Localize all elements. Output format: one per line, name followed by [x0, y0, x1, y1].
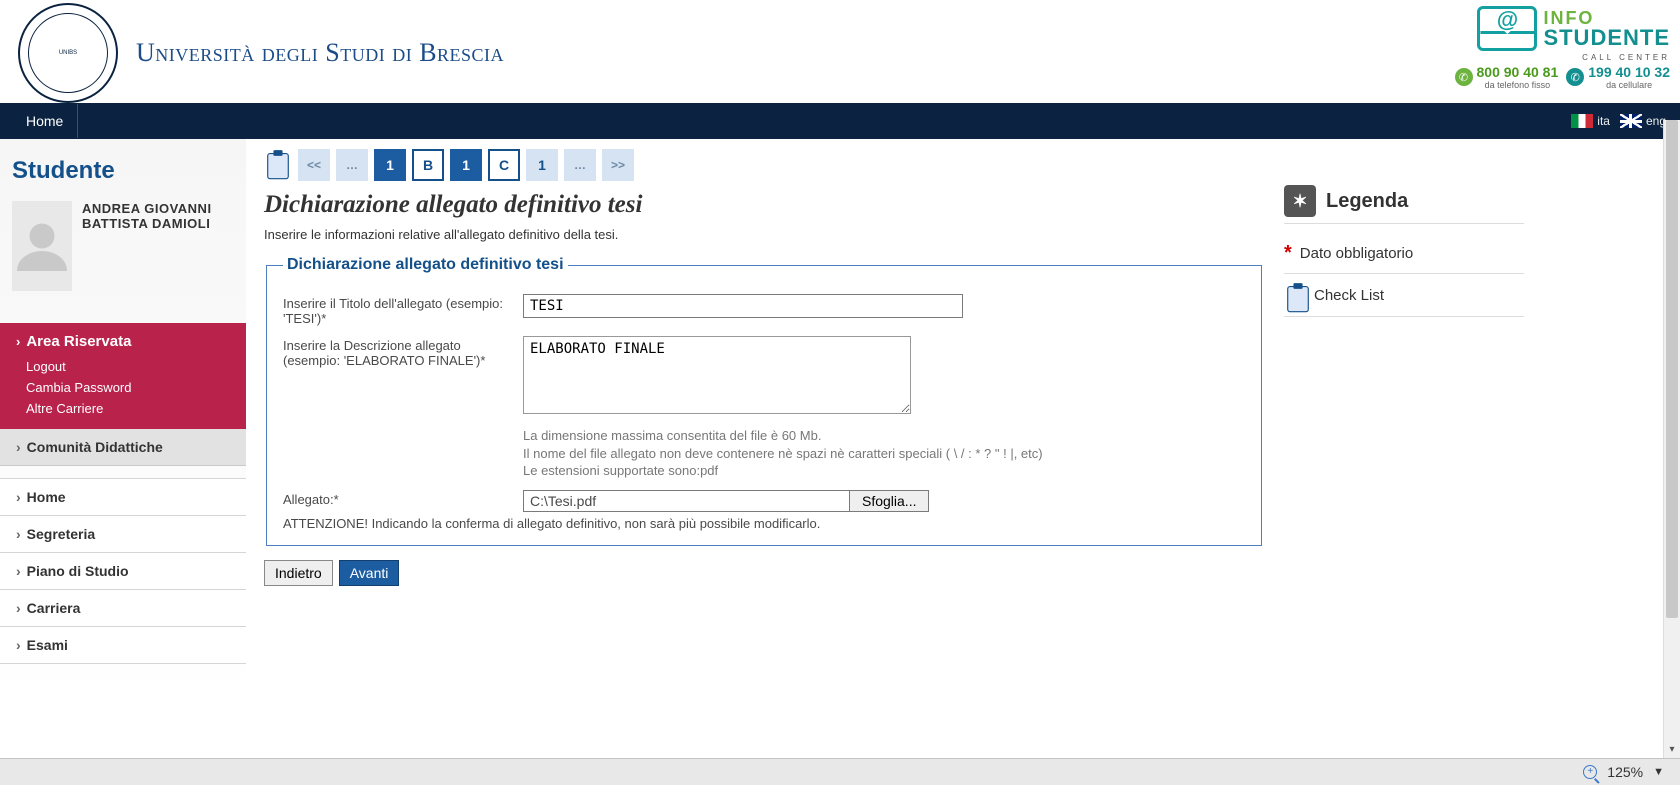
clipboard-icon: [1284, 282, 1306, 308]
label-allegato-descrizione: Inserire la Descrizione allegato (esempi…: [283, 336, 503, 368]
wizard-next-all[interactable]: >>: [602, 149, 634, 181]
university-seal-icon: UNIBS: [18, 3, 118, 103]
helper-line-1: La dimensione massima consentita del fil…: [523, 427, 1043, 445]
next-button[interactable]: Avanti: [339, 560, 400, 586]
header-left: UNIBS Università degli Studi di Brescia: [18, 3, 504, 103]
page-title: Dichiarazione allegato definitivo tesi: [264, 191, 1264, 219]
legenda-title: Legenda: [1326, 190, 1408, 213]
scrollbar-thumb[interactable]: [1666, 120, 1678, 618]
flag-it-icon: [1571, 114, 1593, 128]
wizard-step-1b[interactable]: 1: [450, 149, 482, 181]
asterisk-icon: *: [1284, 242, 1292, 265]
sidebar-link-altre-carriere[interactable]: Altre Carriere: [16, 398, 230, 419]
phone-mobile[interactable]: ✆ 199 40 10 32 da cellulare: [1566, 64, 1670, 90]
sidebar-item-carriera[interactable]: Carriera: [0, 589, 246, 626]
wizard-step-c[interactable]: C: [488, 149, 520, 181]
helper-line-2: Il nome del file allegato non deve conte…: [523, 445, 1043, 463]
scroll-down-icon[interactable]: ▾: [1664, 741, 1680, 758]
navbar: Home ita eng: [0, 103, 1680, 139]
phone-icon: ✆: [1455, 68, 1473, 86]
phone-number-1: 800 90 40 81: [1477, 64, 1559, 80]
user-box: ANDREA GIOVANNI BATTISTA DAMIOLI: [0, 197, 246, 303]
zoom-icon[interactable]: +: [1583, 765, 1597, 779]
zoom-dropdown-icon[interactable]: ▼: [1653, 766, 1664, 778]
sidebar-link-cambia-password[interactable]: Cambia Password: [16, 377, 230, 398]
legend-checklist-label: Check List: [1314, 287, 1384, 304]
zoom-level: 125%: [1607, 764, 1643, 780]
info-studente-logo[interactable]: INFO STUDENTE: [1477, 6, 1670, 51]
phone-sub-1: da telefono fisso: [1477, 80, 1559, 90]
fieldset-legend: Dichiarazione allegato definitivo tesi: [283, 256, 568, 274]
main-content: << … 1 B 1 C 1 … >> Dichiarazione allega…: [264, 149, 1264, 689]
university-name: Università degli Studi di Brescia: [136, 38, 504, 68]
wizard-step-1c[interactable]: 1: [526, 149, 558, 181]
sidebar-comunita-didattiche[interactable]: Comunità Didattiche: [0, 429, 246, 466]
avatar-placeholder-icon: [12, 201, 72, 291]
sidebar-heading: Studente: [12, 157, 234, 185]
user-name: ANDREA GIOVANNI BATTISTA DAMIOLI: [82, 201, 234, 231]
input-allegato-titolo[interactable]: [523, 294, 963, 318]
lang-it-label: ita: [1597, 114, 1610, 128]
wizard-step-1a[interactable]: 1: [374, 149, 406, 181]
legenda-header: ✶ Legenda: [1284, 185, 1524, 224]
browse-button[interactable]: Sfoglia...: [849, 490, 929, 512]
wizard-prev-ellipsis[interactable]: …: [336, 149, 368, 181]
pin-icon: ✶: [1284, 185, 1316, 217]
legend-required-label: Dato obbligatorio: [1300, 245, 1413, 262]
action-buttons: Indietro Avanti: [264, 560, 1264, 586]
back-button[interactable]: Indietro: [264, 560, 333, 586]
sidebar: Studente ANDREA GIOVANNI BATTISTA DAMIOL…: [0, 139, 246, 699]
file-picker: C:\Tesi.pdf Sfoglia...: [523, 490, 929, 512]
wizard-steps: << … 1 B 1 C 1 … >>: [264, 149, 1264, 181]
sidebar-item-piano-di-studio[interactable]: Piano di Studio: [0, 552, 246, 589]
lang-english[interactable]: eng: [1620, 114, 1666, 128]
phone-number-2: 199 40 10 32: [1588, 64, 1670, 80]
wizard-step-b[interactable]: B: [412, 149, 444, 181]
info-text-bottom: STUDENTE: [1543, 27, 1670, 49]
wizard-prev-all[interactable]: <<: [298, 149, 330, 181]
helper-text: La dimensione massima consentita del fil…: [523, 427, 1043, 480]
lang-italian[interactable]: ita: [1571, 114, 1610, 128]
sidebar-item-home[interactable]: Home: [0, 478, 246, 515]
vertical-scrollbar[interactable]: ▾: [1663, 120, 1680, 758]
helper-line-3: Le estensioni supportate sono:pdf: [523, 462, 1043, 480]
wizard-next-ellipsis[interactable]: …: [564, 149, 596, 181]
info-text-top: INFO: [1543, 9, 1670, 27]
callcenter-label: CALL CENTER: [1582, 53, 1670, 62]
sidebar-area-riservata: Area Riservata Logout Cambia Password Al…: [0, 323, 246, 429]
sidebar-item-segreteria[interactable]: Segreteria: [0, 515, 246, 552]
page-subtitle: Inserire le informazioni relative all'al…: [264, 227, 1264, 242]
sidebar-item-esami[interactable]: Esami: [0, 626, 246, 664]
header-right: INFO STUDENTE CALL CENTER ✆ 800 90 40 81…: [1455, 3, 1671, 90]
form-fieldset: Dichiarazione allegato definitivo tesi I…: [266, 256, 1262, 546]
label-allegato-file: Allegato:*: [283, 490, 503, 507]
legend-item-checklist: Check List: [1284, 274, 1524, 317]
textarea-allegato-descrizione[interactable]: [523, 336, 911, 414]
legenda-panel: ✶ Legenda * Dato obbligatorio Check List: [1284, 149, 1524, 689]
file-path-display[interactable]: C:\Tesi.pdf: [523, 490, 849, 512]
phone-sub-2: da cellulare: [1588, 80, 1670, 90]
sidebar-link-logout[interactable]: Logout: [16, 356, 230, 377]
header: UNIBS Università degli Studi di Brescia …: [0, 0, 1680, 103]
phone-row: ✆ 800 90 40 81 da telefono fisso ✆ 199 4…: [1455, 64, 1671, 90]
phone-icon: ✆: [1566, 68, 1584, 86]
browser-status-bar: + 125% ▼: [0, 758, 1680, 785]
label-allegato-titolo: Inserire il Titolo dell'allegato (esempi…: [283, 294, 503, 326]
envelope-icon: [1477, 6, 1537, 51]
phone-landline[interactable]: ✆ 800 90 40 81 da telefono fisso: [1455, 64, 1559, 90]
flag-uk-icon: [1620, 114, 1642, 128]
legend-item-required: * Dato obbligatorio: [1284, 234, 1524, 274]
nav-home[interactable]: Home: [12, 104, 78, 138]
clipboard-icon: [264, 149, 292, 181]
warning-text: ATTENZIONE! Indicando la conferma di all…: [283, 516, 1245, 531]
sidebar-area-title[interactable]: Area Riservata: [16, 333, 230, 350]
